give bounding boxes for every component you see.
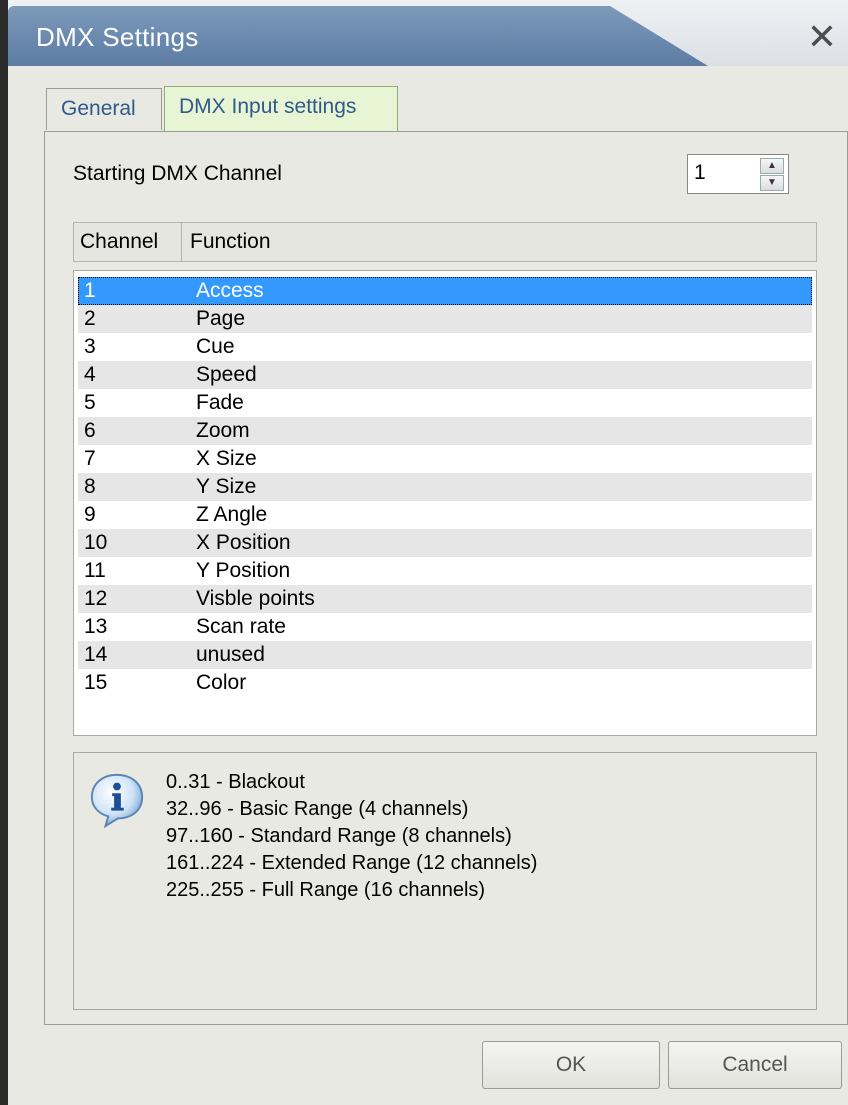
function-cell: Speed [196, 363, 257, 386]
table-row[interactable]: 14 unused [78, 641, 812, 669]
channel-cell: 12 [84, 587, 108, 610]
channel-cell: 9 [84, 503, 96, 526]
dmx-settings-dialog: DMX Settings ✕ General DMX Input setting… [0, 0, 848, 1105]
function-cell: Page [196, 307, 246, 330]
close-icon[interactable]: ✕ [804, 19, 840, 56]
info-icon [90, 773, 144, 829]
table-row[interactable]: 10 X Position [78, 529, 812, 557]
info-line: 32..96 - Basic Range (4 channels) [166, 798, 469, 820]
channel-cell: 3 [84, 335, 96, 358]
starting-channel-label: Starting DMX Channel [73, 162, 282, 185]
info-line: 161..224 - Extended Range (12 channels) [166, 852, 538, 874]
function-cell: unused [196, 643, 265, 666]
function-cell: Scan rate [196, 615, 286, 638]
function-cell: Fade [196, 391, 244, 414]
table-row[interactable]: 2 Page [78, 305, 812, 333]
table-row[interactable]: 1 Access [78, 277, 812, 305]
function-cell: Visble points [196, 587, 315, 610]
table-row[interactable]: 11 Y Position [78, 557, 812, 585]
channel-cell: 11 [84, 559, 106, 582]
starting-channel-stepper[interactable]: 1 ▲ ▼ [687, 154, 789, 194]
channel-cell: 2 [84, 307, 96, 330]
table-row[interactable]: 15 Color [78, 669, 812, 697]
tab-dmx-input-settings[interactable]: DMX Input settings [164, 86, 398, 132]
table-row[interactable]: 8 Y Size [78, 473, 812, 501]
channel-cell: 15 [84, 671, 108, 694]
function-cell: Access [196, 279, 264, 302]
starting-channel-value[interactable]: 1 [694, 161, 706, 185]
table-row[interactable]: 5 Fade [78, 389, 812, 417]
table-row[interactable]: 3 Cue [78, 333, 812, 361]
channel-cell: 13 [84, 615, 108, 638]
info-lines: 0..31 - Blackout 32..96 - Basic Range (4… [166, 769, 537, 904]
channel-cell: 4 [84, 363, 96, 386]
ok-button[interactable]: OK [482, 1041, 660, 1089]
cancel-button[interactable]: Cancel [668, 1041, 842, 1089]
function-cell: Cue [196, 335, 235, 358]
title-bar-divider [8, 66, 848, 78]
function-cell: Y Position [196, 559, 291, 582]
stepper-down-icon[interactable]: ▼ [760, 175, 784, 191]
window-title: DMX Settings [36, 22, 199, 52]
table-row[interactable]: 9 Z Angle [78, 501, 812, 529]
channel-cell: 6 [84, 419, 96, 442]
function-cell: X Size [196, 447, 257, 470]
stepper-up-icon[interactable]: ▲ [760, 158, 784, 174]
channel-list[interactable]: 1 Access 2 Page 3 Cue 4 Speed 5 Fade 6 Zoom 7 X Size 8… [73, 270, 817, 736]
table-row[interactable]: 4 Speed [78, 361, 812, 389]
tab-general[interactable]: General [46, 88, 162, 130]
tab-panel: Starting DMX Channel 1 ▲ ▼ Channel Funct… [44, 131, 848, 1025]
function-cell: Color [196, 671, 247, 694]
channel-cell: 5 [84, 391, 96, 414]
channel-cell: 1 [84, 279, 96, 302]
function-cell: Zoom [196, 419, 250, 442]
table-row[interactable]: 7 X Size [78, 445, 812, 473]
info-line: 97..160 - Standard Range (8 channels) [166, 825, 512, 847]
table-row[interactable]: 6 Zoom [78, 417, 812, 445]
channel-cell: 7 [84, 447, 96, 470]
table-row[interactable]: 12 Visble points [78, 585, 812, 613]
title-bar[interactable]: DMX Settings ✕ [8, 0, 848, 78]
info-box: 0..31 - Blackout 32..96 - Basic Range (4… [73, 752, 817, 1010]
table-row[interactable]: 13 Scan rate [78, 613, 812, 641]
info-line: 0..31 - Blackout [166, 771, 305, 793]
channel-cell: 14 [84, 643, 108, 666]
function-cell: X Position [196, 531, 291, 554]
info-line: 225..255 - Full Range (16 channels) [166, 879, 486, 901]
function-cell: Z Angle [196, 503, 268, 526]
channel-cell: 10 [84, 531, 108, 554]
column-header-channel[interactable]: Channel [74, 223, 182, 261]
channel-cell: 8 [84, 475, 96, 498]
table-header: Channel Function [73, 222, 817, 262]
function-cell: Y Size [196, 475, 257, 498]
column-header-function[interactable]: Function [184, 223, 784, 261]
